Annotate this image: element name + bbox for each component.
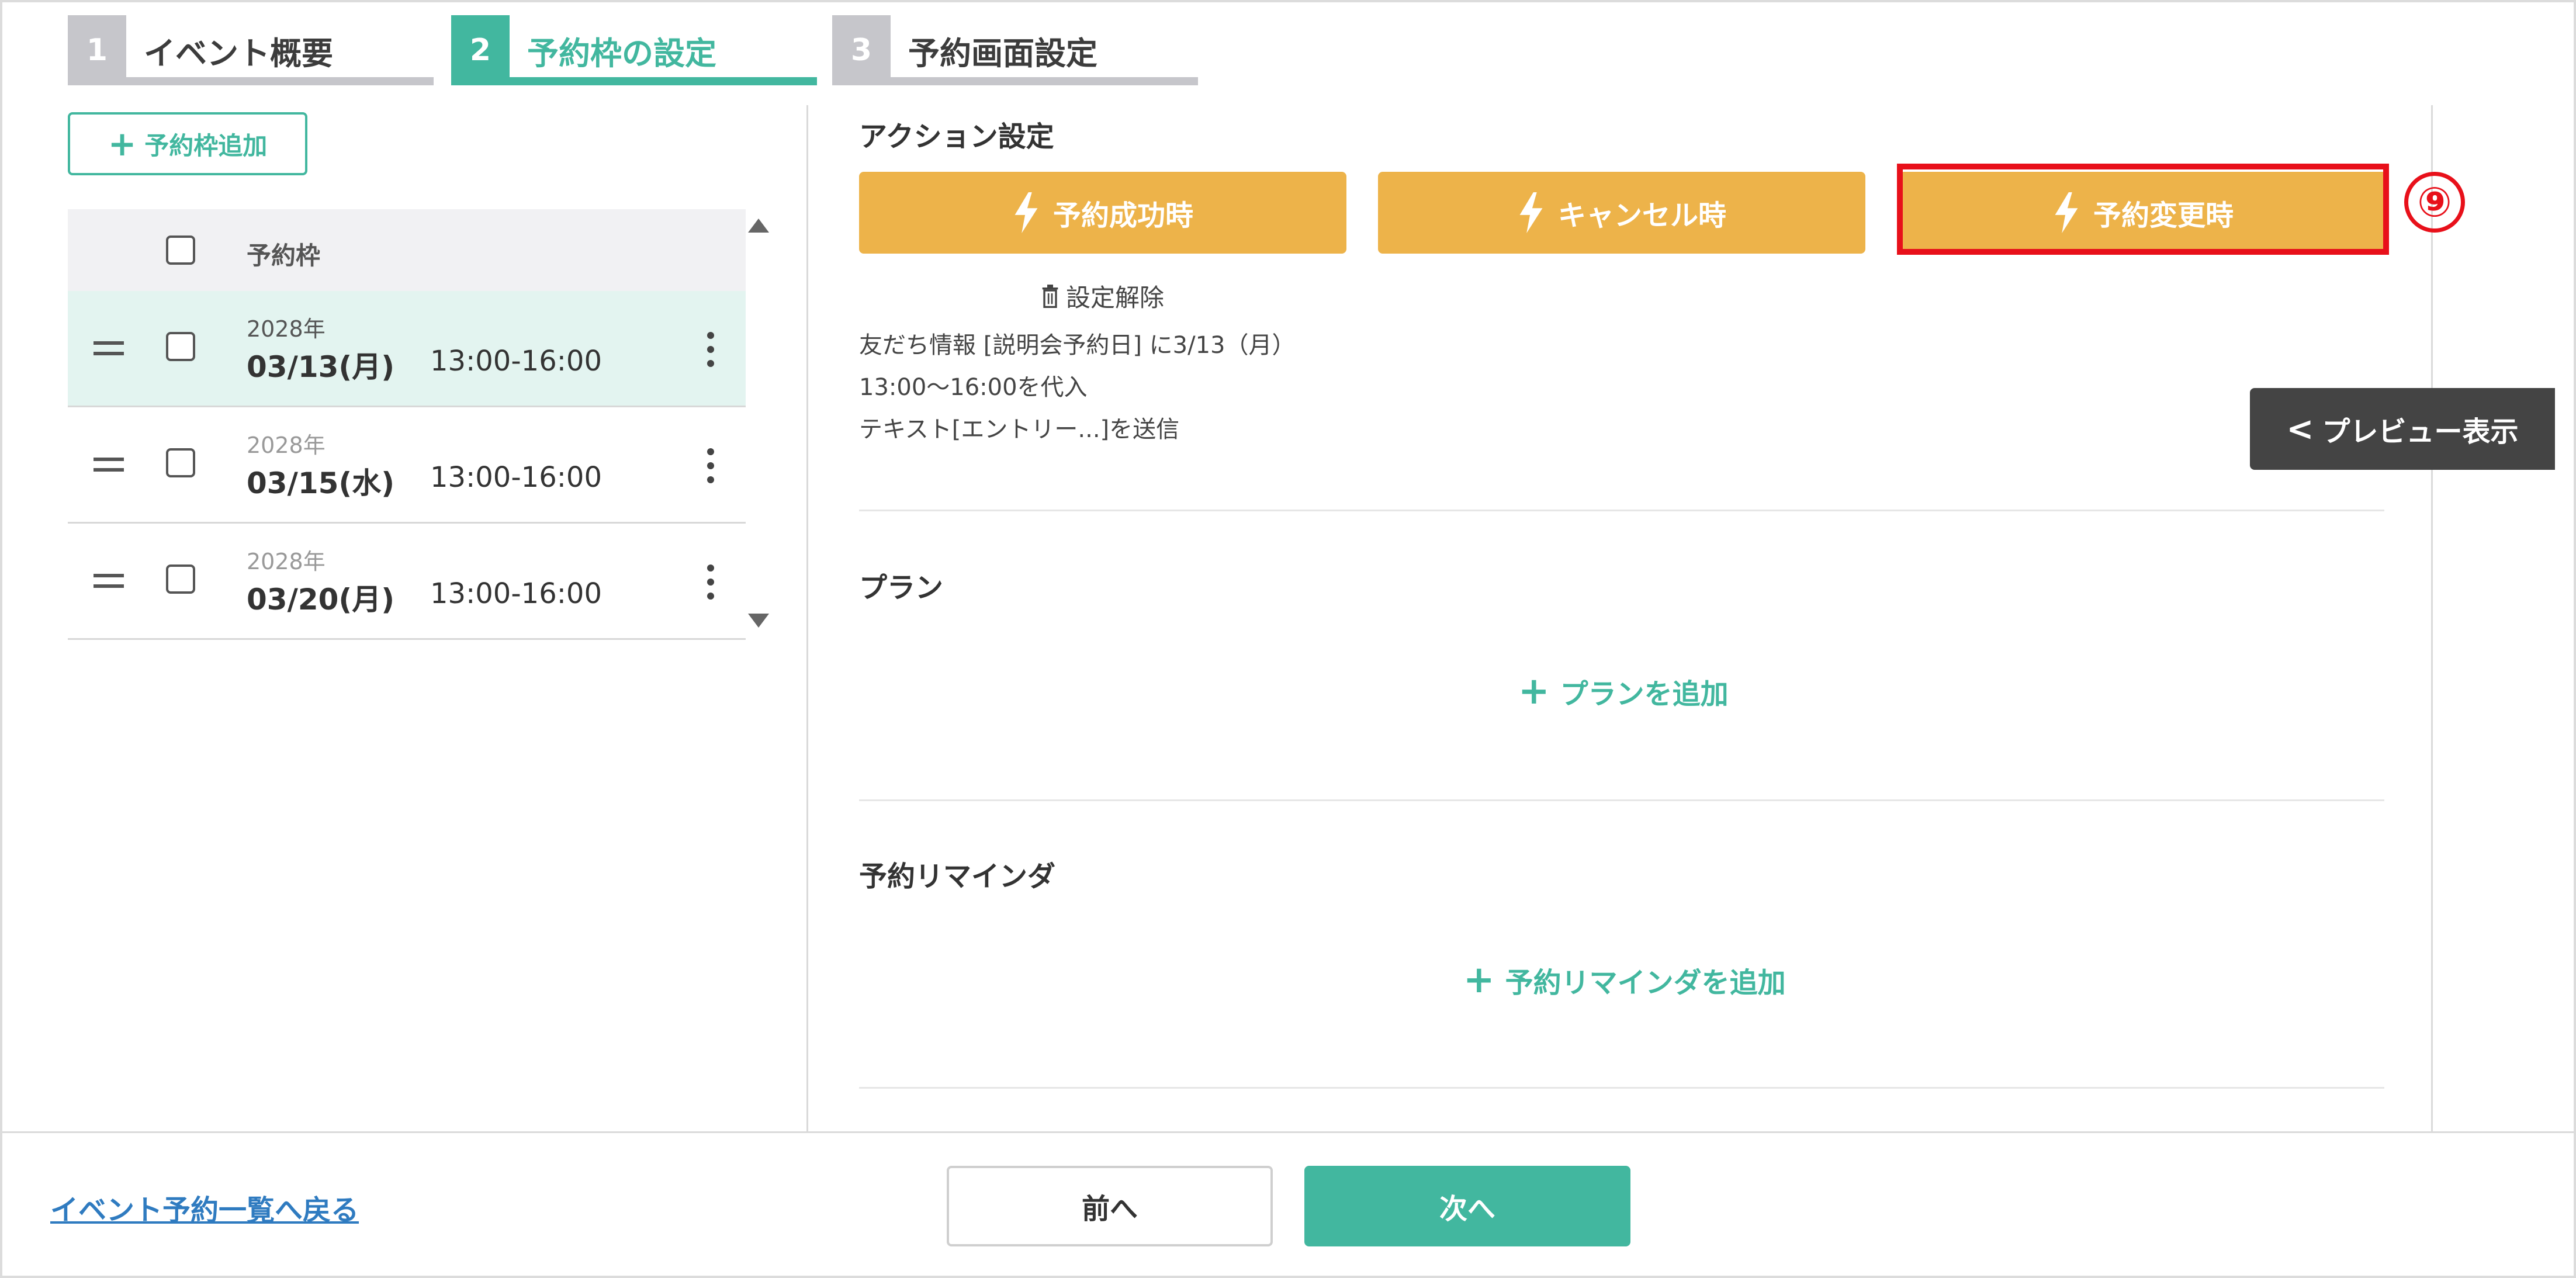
select-all-checkbox[interactable] <box>166 235 195 265</box>
more-options-icon[interactable] <box>700 448 721 483</box>
drag-handle-icon[interactable] <box>94 458 124 472</box>
step-tab-booking-screen[interactable]: 3 予約画面設定 <box>832 15 1198 85</box>
action-description-line: 友だち情報 [説明会予約日] に3/13（月） <box>859 332 1296 359</box>
slot-date: 03/13(月) <box>247 350 395 384</box>
more-options-icon[interactable] <box>700 332 721 367</box>
slot-row[interactable]: 2028年 03/13(月) 13:00-16:00 <box>68 291 746 407</box>
plus-icon: + <box>108 124 137 164</box>
clear-setting-label: 設定解除 <box>1066 283 1165 312</box>
reminder-title: 予約リマインダ <box>859 860 1056 893</box>
drag-handle-icon[interactable] <box>94 341 124 355</box>
slot-year: 2028年 <box>247 316 326 342</box>
footer-bar: イベント予約一覧へ戻る 前へ 次へ <box>2 1131 2574 1276</box>
step-tab-event-overview[interactable]: 1 イベント概要 <box>68 15 434 85</box>
slot-time: 13:00-16:00 <box>430 345 602 377</box>
slot-row[interactable]: 2028年 03/20(月) 13:00-16:00 <box>68 524 746 640</box>
preview-label: プレビュー表示 <box>2322 415 2519 448</box>
slot-row[interactable]: 2028年 03/15(水) 13:00-16:00 <box>68 407 746 524</box>
scroll-up-arrow-icon[interactable] <box>748 219 769 233</box>
step-label: 予約枠の設定 <box>527 34 716 72</box>
action-settings-title: アクション設定 <box>859 120 1054 153</box>
section-divider <box>859 510 2384 511</box>
step-label: 予約画面設定 <box>908 34 1097 72</box>
annotation-number: ⑨ <box>2404 172 2465 233</box>
step-number: 1 <box>68 15 126 85</box>
lightning-icon <box>1015 192 1038 233</box>
slot-time: 13:00-16:00 <box>430 577 602 610</box>
action-description-line: テキスト[エントリー...]を送信 <box>859 416 1180 443</box>
action-description-line: 13:00〜16:00を代入 <box>859 374 1088 401</box>
plus-icon: + <box>1518 670 1550 713</box>
slot-year: 2028年 <box>247 549 326 574</box>
plus-icon: + <box>1463 958 1495 1002</box>
action-button-label: 予約成功時 <box>1052 199 1193 232</box>
step-underline <box>451 77 817 85</box>
action-button-label: キャンセル時 <box>1557 199 1726 232</box>
step-tab-slot-settings[interactable]: 2 予約枠の設定 <box>451 15 817 85</box>
panel-divider <box>806 105 808 1131</box>
preview-toggle-button[interactable]: < プレビュー表示 <box>2250 388 2555 470</box>
slot-checkbox[interactable] <box>166 564 195 594</box>
more-options-icon[interactable] <box>700 564 721 600</box>
plan-title: プラン <box>859 572 944 604</box>
slot-date: 03/15(水) <box>247 466 395 500</box>
back-to-list-link[interactable]: イベント予約一覧へ戻る <box>50 1187 359 1228</box>
slot-year: 2028年 <box>247 432 326 458</box>
app-window: 1 イベント概要 2 予約枠の設定 3 予約画面設定 + 予約枠追加 予約枠 2… <box>0 0 2576 1278</box>
scroll-down-arrow-icon[interactable] <box>748 614 769 628</box>
lightning-icon <box>1519 192 1543 233</box>
slot-column-header: 予約枠 <box>247 241 321 270</box>
step-number: 2 <box>451 15 510 85</box>
step-label: イベント概要 <box>144 34 333 72</box>
section-divider <box>859 799 2384 801</box>
trash-icon <box>1042 284 1058 308</box>
slot-table: 予約枠 2028年 03/13(月) 13:00-16:00 2028年 03/… <box>68 209 746 640</box>
add-reminder-label: 予約リマインダを追加 <box>1505 967 1786 999</box>
on-booking-success-button[interactable]: 予約成功時 <box>859 172 1346 254</box>
add-reminder-link[interactable]: + 予約リマインダを追加 <box>1463 960 1786 1000</box>
on-cancel-button[interactable]: キャンセル時 <box>1378 172 1865 254</box>
add-slot-button[interactable]: + 予約枠追加 <box>68 112 307 175</box>
step-number: 3 <box>832 15 891 85</box>
clear-setting-button[interactable]: 設定解除 <box>1040 278 1164 314</box>
step-underline <box>68 77 434 85</box>
next-button[interactable]: 次へ <box>1304 1166 1630 1246</box>
drag-handle-icon[interactable] <box>94 574 124 588</box>
chevron-left-icon: < <box>2286 410 2314 448</box>
slot-table-header: 予約枠 <box>68 209 746 291</box>
add-plan-link[interactable]: + プランを追加 <box>1518 671 1729 712</box>
slot-checkbox[interactable] <box>166 448 195 477</box>
section-divider <box>859 1087 2384 1089</box>
add-slot-label: 予約枠追加 <box>144 131 268 160</box>
slot-checkbox[interactable] <box>166 332 195 361</box>
previous-button[interactable]: 前へ <box>947 1166 1273 1246</box>
step-underline <box>832 77 1198 85</box>
slot-date: 03/20(月) <box>247 583 395 617</box>
add-plan-label: プランを追加 <box>1560 678 1729 711</box>
slot-time: 13:00-16:00 <box>430 461 602 494</box>
annotation-highlight-box <box>1897 164 2389 255</box>
panel-divider <box>2431 105 2433 1131</box>
